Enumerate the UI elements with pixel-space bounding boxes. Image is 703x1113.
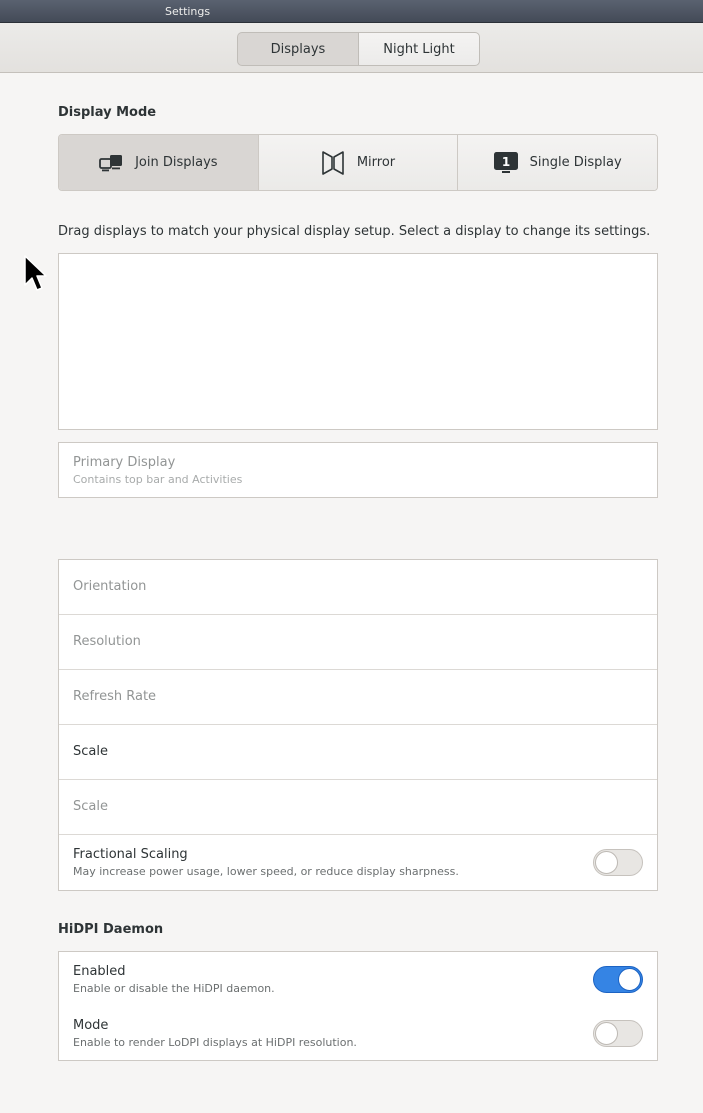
- single-display-icon: 1: [493, 151, 518, 174]
- scale-row[interactable]: Scale: [59, 725, 657, 780]
- hidpi-mode-label: Mode: [73, 1018, 109, 1033]
- window-title: Settings: [165, 5, 211, 18]
- fractional-scaling-description: May increase power usage, lower speed, o…: [73, 865, 459, 878]
- scale-secondary-row[interactable]: Scale: [59, 780, 657, 835]
- display-mode-selector: Join Displays Mirror 1 Single Display: [58, 134, 658, 191]
- hidpi-settings-list: Enabled Enable or disable the HiDPI daem…: [58, 951, 658, 1061]
- hidpi-mode-row: Mode Enable to render LoDPI displays at …: [59, 1006, 657, 1060]
- mirror-label: Mirror: [356, 155, 396, 170]
- primary-display-label: Primary Display: [73, 455, 176, 470]
- hidpi-daemon-heading: HiDPI Daemon: [58, 922, 164, 937]
- single-display-label: Single Display: [529, 155, 622, 170]
- join-displays-icon: [99, 154, 123, 172]
- hidpi-enabled-toggle[interactable]: [593, 966, 643, 993]
- arrangement-help-text: Drag displays to match your physical dis…: [58, 224, 651, 239]
- tab-night-light[interactable]: Night Light: [358, 32, 480, 66]
- primary-display-description: Contains top bar and Activities: [73, 473, 243, 486]
- tab-displays[interactable]: Displays: [237, 32, 358, 66]
- mirror-icon: [321, 150, 345, 176]
- orientation-label: Orientation: [73, 579, 147, 594]
- single-display-button[interactable]: 1 Single Display: [458, 135, 657, 190]
- mirror-button[interactable]: Mirror: [258, 135, 459, 190]
- hidpi-mode-toggle[interactable]: [593, 1020, 643, 1047]
- display-mode-heading: Display Mode: [58, 105, 157, 120]
- refresh-rate-row[interactable]: Refresh Rate: [59, 670, 657, 725]
- toggle-knob: [595, 1022, 618, 1045]
- hidpi-enabled-row: Enabled Enable or disable the HiDPI daem…: [59, 952, 657, 1006]
- toggle-knob: [595, 851, 618, 874]
- hidpi-enabled-label: Enabled: [73, 964, 126, 979]
- resolution-label: Resolution: [73, 634, 141, 649]
- scale-label: Scale: [73, 744, 108, 759]
- header-bar: Displays Night Light: [0, 23, 703, 73]
- svg-text:1: 1: [501, 155, 509, 169]
- join-displays-button[interactable]: Join Displays: [59, 135, 259, 190]
- join-displays-label: Join Displays: [135, 155, 218, 170]
- fractional-scaling-label: Fractional Scaling: [73, 847, 188, 862]
- fractional-scaling-row: Fractional Scaling May increase power us…: [59, 835, 657, 890]
- hidpi-mode-description: Enable to render LoDPI displays at HiDPI…: [73, 1036, 357, 1049]
- display-settings-list: Orientation Resolution Refresh Rate Scal…: [58, 559, 658, 891]
- resolution-row[interactable]: Resolution: [59, 615, 657, 670]
- orientation-row[interactable]: Orientation: [59, 560, 657, 615]
- hidpi-enabled-description: Enable or disable the HiDPI daemon.: [73, 982, 275, 995]
- display-arrangement-area[interactable]: [58, 253, 658, 430]
- refresh-rate-label: Refresh Rate: [73, 689, 157, 704]
- fractional-scaling-toggle[interactable]: [593, 849, 643, 876]
- primary-display-row[interactable]: Primary Display Contains top bar and Act…: [58, 442, 658, 498]
- stack-switcher: Displays Night Light: [237, 32, 480, 66]
- toggle-knob: [618, 968, 641, 991]
- mouse-pointer-icon: [24, 255, 48, 297]
- scale-secondary-label: Scale: [73, 799, 108, 814]
- window-titlebar[interactable]: Settings: [0, 0, 703, 23]
